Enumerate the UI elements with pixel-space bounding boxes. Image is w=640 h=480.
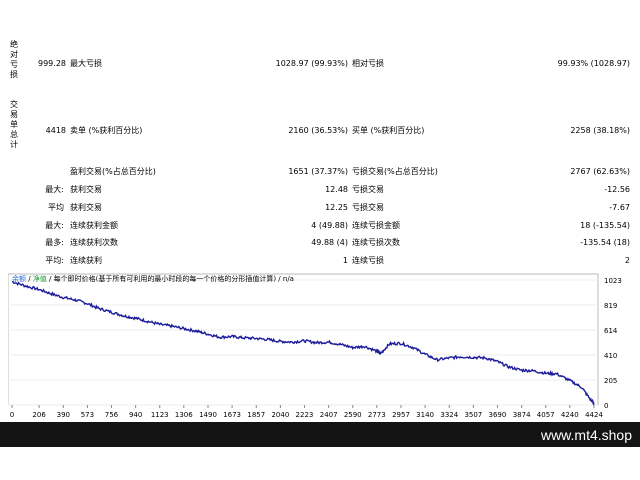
max-consec-loss-label: 连续亏损金额: [352, 221, 400, 230]
footer-brand: www.mt4.shop: [540, 427, 632, 443]
y-tick-label: 410: [604, 352, 617, 360]
max-consec-loss-value: 18 (-135.54): [580, 221, 630, 230]
x-tick-label: 2773: [368, 411, 386, 419]
average-loss-label: 亏损交易: [352, 203, 384, 212]
x-tick-label: 3874: [513, 411, 531, 419]
y-tick-label: 0: [604, 402, 608, 410]
short-positions-value: 2160 (36.53%): [288, 126, 348, 135]
average-profit-value: 12.25: [325, 203, 348, 212]
x-tick-label: 2407: [320, 411, 338, 419]
legend-sep: /: [26, 275, 33, 283]
x-tick-label: 3507: [464, 411, 482, 419]
average-prefix: 平均: [48, 203, 64, 212]
x-tick-label: 2590: [344, 411, 362, 419]
x-tick-label: 940: [129, 411, 142, 419]
max-consec-win-value: 4 (49.88): [311, 221, 348, 230]
x-tick-label: 1857: [247, 411, 265, 419]
largest-profit-label: 获利交易: [70, 185, 102, 194]
avg-consec-prefix: 平均:: [45, 256, 64, 265]
profit-trades-value: 1651 (37.37%): [288, 167, 348, 176]
legend-equity: 净值: [32, 275, 47, 283]
long-positions-value: 2258 (38.18%): [570, 126, 630, 135]
largest-loss-label: 亏损交易: [352, 185, 384, 194]
loss-trades-value: 2767 (62.63%): [570, 167, 630, 176]
x-tick-label: 4057: [537, 411, 555, 419]
x-tick-label: 1123: [151, 411, 169, 419]
balance-chart: 1023 819 614 410 205 0 0 206 390 573 756 940 1123 130…: [8, 272, 632, 422]
x-tick-label: 3140: [416, 411, 434, 419]
balance-chart-svg: 1023 819 614 410 205 0 0 206 390 573 756 940 1123 130…: [8, 273, 622, 419]
x-tick-label: 756: [105, 411, 119, 419]
total-trades-value: 4418: [45, 126, 66, 135]
maximal-consec-profit-value: 49.88 (4): [311, 238, 348, 247]
legend-rest: / 每个即时价格(基于所有可利用的最小时段的每一个价格的分形插值计算) / n/…: [46, 275, 294, 283]
x-tick-label: 206: [32, 411, 46, 419]
maximal-prefix: 最多:: [45, 238, 64, 247]
footer-bar: www.mt4.shop: [0, 422, 640, 447]
max-consec-prefix: 最大:: [45, 221, 64, 230]
short-positions-label: 卖单 (%获利百分比): [70, 126, 143, 135]
relative-drawdown-value: 99.93% (1028.97): [557, 59, 630, 68]
largest-prefix: 最大:: [45, 185, 64, 194]
x-tick-label: 2223: [296, 411, 314, 419]
legend-balance: 余额: [12, 275, 26, 283]
avg-consec-losses-label: 连续亏损: [352, 256, 384, 265]
x-tick-label: 573: [81, 411, 94, 419]
relative-drawdown-label: 相对亏损: [352, 59, 384, 68]
max-drawdown-value: 1028.97 (99.93%): [275, 59, 348, 68]
average-loss-value: -7.67: [609, 203, 630, 212]
bottom-area: [0, 447, 640, 480]
avg-consec-wins-value: 1: [342, 256, 348, 265]
x-tick-label: 2040: [271, 411, 289, 419]
x-tick-label: 4424: [585, 411, 603, 419]
x-tick-label: 1490: [199, 411, 217, 419]
avg-consec-losses-value: 2: [624, 256, 630, 265]
avg-consec-wins-label: 连续获利: [70, 256, 102, 265]
x-tick-label: 2957: [392, 411, 410, 419]
x-tick-label: 1306: [175, 411, 193, 419]
x-tick-label: 390: [57, 411, 70, 419]
chart-legend: 余额 / 净值 / 每个即时价格(基于所有可利用的最小时段的每一个价格的分形插值…: [12, 275, 294, 284]
loss-trades-label: 亏损交易(%占总百分比): [352, 167, 438, 176]
x-tick-label: 0: [10, 411, 14, 419]
largest-loss-value: -12.56: [604, 185, 630, 194]
average-profit-label: 获利交易: [70, 203, 102, 212]
largest-profit-value: 12.48: [325, 185, 348, 194]
absolute-drawdown-value: 999.28: [38, 59, 66, 68]
max-drawdown-label: 最大亏损: [70, 59, 102, 68]
maximal-consec-loss-value: -135.54 (18): [580, 238, 630, 247]
y-tick-label: 1023: [604, 277, 622, 285]
y-tick-label: 819: [604, 302, 617, 310]
max-consec-win-label: 连续获利金额: [70, 221, 118, 230]
y-tick-label: 205: [604, 377, 617, 385]
x-tick-label: 3690: [489, 411, 507, 419]
y-tick-label: 614: [604, 327, 618, 335]
profit-trades-label: 盈利交易(%占总百分比): [70, 167, 156, 176]
x-tick-label: 1673: [223, 411, 241, 419]
section-label-trades: 交易单总计: [10, 100, 18, 149]
x-tick-label: 4240: [561, 411, 579, 419]
x-tick-label: 3324: [440, 411, 458, 419]
long-positions-label: 买单 (%获利百分比): [352, 126, 425, 135]
maximal-consec-loss-label: 连续亏损次数: [352, 238, 400, 247]
maximal-consec-profit-label: 连续获利次数: [70, 238, 118, 247]
section-label-absolute: 绝对亏损: [10, 40, 18, 79]
